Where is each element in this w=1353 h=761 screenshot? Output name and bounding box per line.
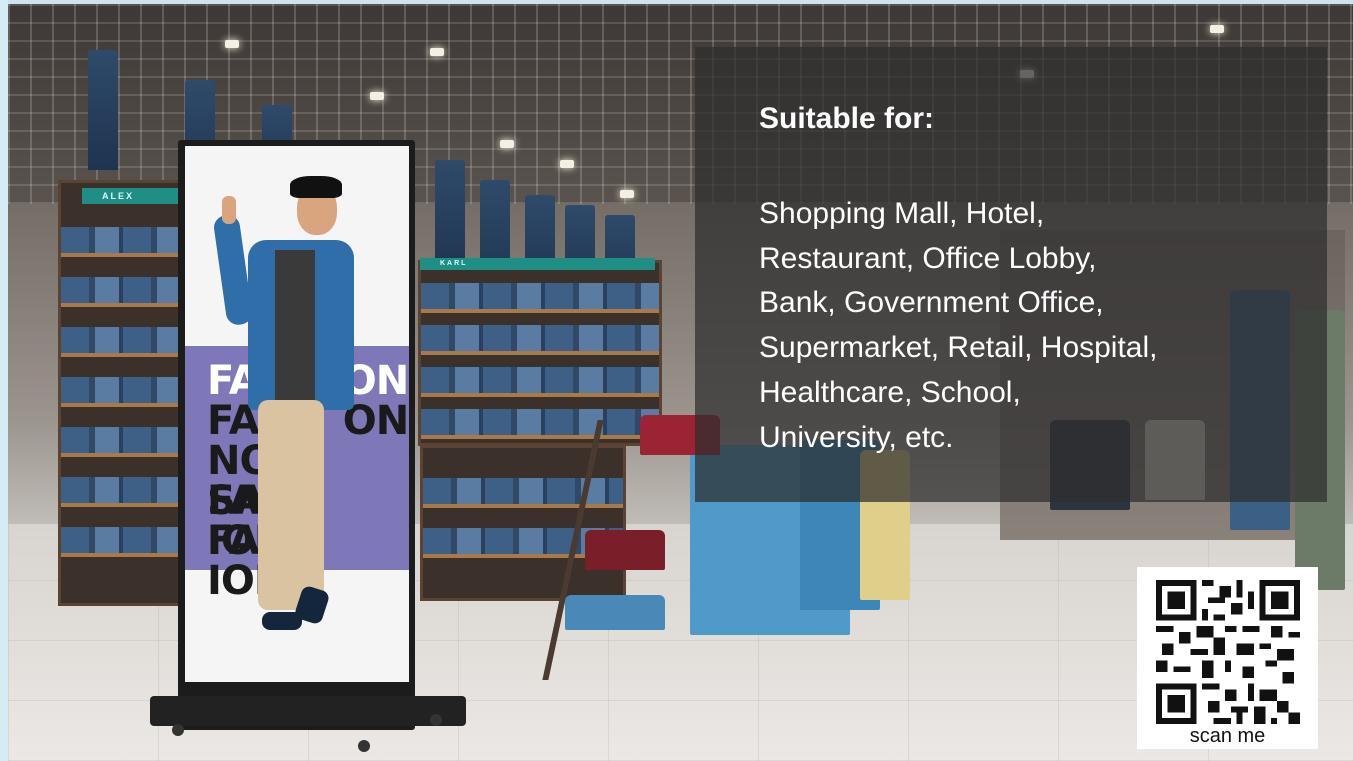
ceiling-light [560, 160, 574, 168]
folded-clothes [565, 595, 665, 630]
kiosk-wheel [172, 724, 184, 736]
left-edge-strip [0, 0, 8, 761]
kiosk-wheel [430, 714, 442, 726]
model-pants [258, 400, 324, 610]
venue-list: Shopping Mall, Hotel, Restaurant, Office… [759, 192, 1319, 460]
folded-clothes [585, 530, 665, 570]
ceiling-light [500, 140, 514, 148]
hanging-jeans [88, 50, 118, 170]
qr-caption: scan me [1189, 725, 1266, 747]
center-shelving [418, 260, 662, 446]
kiosk-base [150, 696, 466, 726]
ceiling-light [370, 92, 384, 100]
shelf-sign-karl: KARL [420, 258, 655, 270]
ceiling-light [620, 190, 634, 198]
venue-line: Bank, Government Office, [759, 286, 1104, 320]
ceiling-light [1210, 25, 1224, 33]
model-hand [222, 196, 236, 224]
ceiling-light [225, 40, 239, 48]
venue-line: Healthcare, School, [759, 375, 1021, 409]
ceiling-light [430, 48, 444, 56]
venue-line: Supermarket, Retail, Hospital, [759, 331, 1158, 365]
venue-line: Restaurant, Office Lobby, [759, 241, 1097, 275]
kiosk-wheel [358, 740, 370, 752]
qr-code[interactable] [1156, 580, 1300, 724]
model-hat [290, 176, 342, 198]
suitable-for-heading: Suitable for: [759, 102, 935, 135]
venue-line: University, etc. [759, 420, 954, 454]
model-tee [275, 250, 315, 400]
venue-line: Shopping Mall, Hotel, [759, 197, 1045, 230]
left-shelving [58, 180, 192, 606]
